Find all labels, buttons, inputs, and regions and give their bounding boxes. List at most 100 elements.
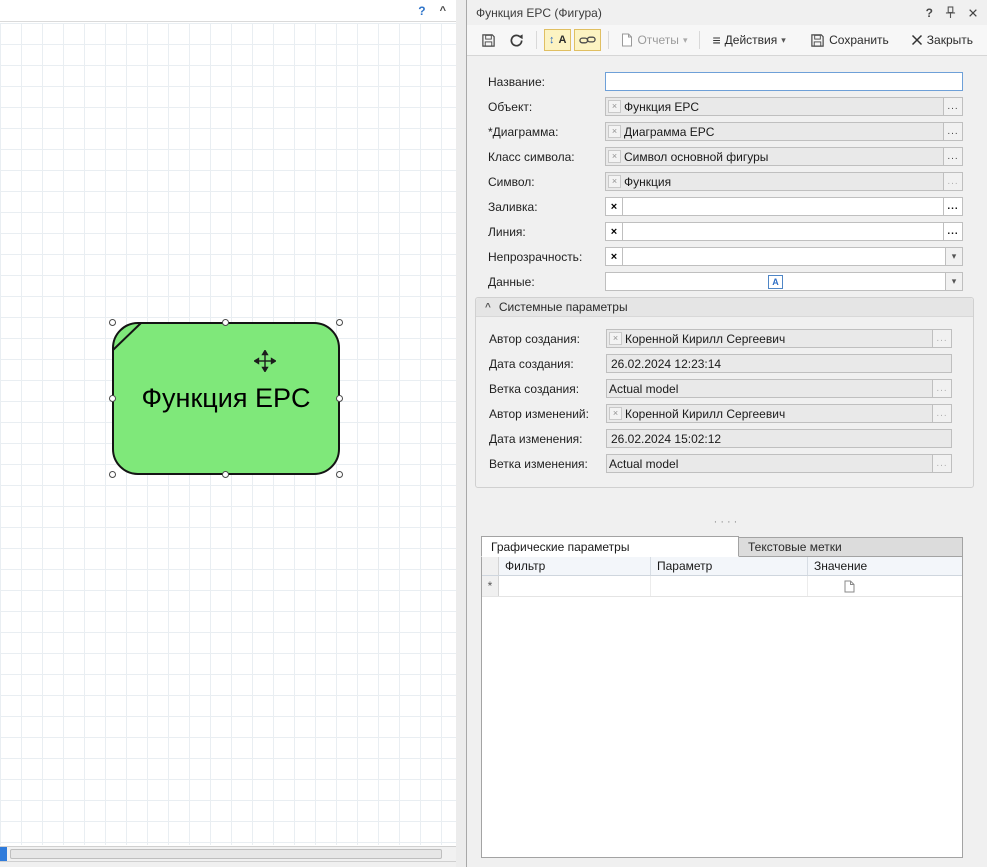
actions-label: Действия (725, 33, 778, 47)
clear-icon[interactable]: × (608, 150, 621, 163)
save-icon-button[interactable] (476, 29, 501, 51)
diagram-lookup[interactable]: × Диаграмма EPC (605, 122, 944, 141)
cell-parameter[interactable] (651, 576, 808, 596)
field-row-symbol-class: Класс символа: × Символ основной фигуры … (488, 147, 963, 166)
line-clear-button[interactable]: × (605, 222, 622, 241)
field-row-data: Данные: A ▾ (488, 272, 963, 291)
selection-handle[interactable] (109, 395, 116, 402)
chevron-down-icon: ▾ (781, 35, 786, 46)
refresh-button[interactable] (504, 29, 529, 51)
opacity-clear-button[interactable]: × (605, 247, 622, 266)
epc-function-shape[interactable]: Функция EPC (112, 322, 340, 475)
diagram-canvas[interactable]: Функция EPC (0, 23, 456, 845)
vertical-splitter[interactable] (456, 0, 466, 867)
grid-header: Фильтр Параметр Значение (482, 557, 962, 576)
author-created-browse-button[interactable]: ... (933, 329, 952, 348)
system-parameters-title: Системные параметры (499, 300, 628, 314)
horizontal-scrollbar[interactable] (0, 846, 456, 862)
report-icon (621, 33, 633, 47)
field-row-date-modified: Дата изменения: 26.02.2024 15:02:12 (489, 429, 952, 448)
selection-handle[interactable] (109, 319, 116, 326)
diagram-browse-button[interactable]: ... (944, 122, 963, 141)
symbol-class-lookup[interactable]: × Символ основной фигуры (605, 147, 944, 166)
cell-value[interactable] (808, 576, 962, 596)
save-button[interactable]: Сохранить (805, 29, 894, 51)
horizontal-splitter[interactable]: ···· (467, 516, 987, 528)
link-toggle-button[interactable] (574, 29, 601, 51)
field-row-symbol: Символ: × Функция ... (488, 172, 963, 191)
selection-handle[interactable] (336, 395, 343, 402)
column-header-value[interactable]: Значение (808, 557, 962, 575)
scrollbar-thumb[interactable] (10, 849, 442, 859)
fill-browse-button[interactable]: ... (944, 197, 963, 216)
line-field[interactable] (622, 222, 944, 241)
tab-graphic-parameters[interactable]: Графические параметры (481, 536, 739, 557)
parameters-grid: Фильтр Параметр Значение * (481, 556, 963, 858)
object-lookup[interactable]: × Функция EPC (605, 97, 944, 116)
collapse-icon[interactable]: ^ (440, 5, 446, 17)
symbol-class-browse-button[interactable]: ... (944, 147, 963, 166)
fill-clear-button[interactable]: × (605, 197, 622, 216)
column-header-filter[interactable]: Фильтр (499, 557, 651, 575)
clear-icon[interactable]: × (608, 100, 621, 113)
sort-arrows-icon: ↕ (549, 34, 555, 46)
symbol-lookup[interactable]: × Функция (605, 172, 944, 191)
branch-created-lookup[interactable]: Actual model (606, 379, 933, 398)
close-icon[interactable] (968, 8, 978, 18)
date-modified-value: 26.02.2024 15:02:12 (611, 432, 721, 446)
column-header-parameter[interactable]: Параметр (651, 557, 808, 575)
properties-panel: Функция EPC (Фигура) ? (466, 0, 987, 867)
symbol-browse-button[interactable]: ... (944, 172, 963, 191)
opacity-field[interactable] (622, 247, 946, 266)
tab-text-labels[interactable]: Текстовые метки (739, 537, 963, 557)
sort-toggle-button[interactable]: ↕A (544, 29, 571, 51)
actions-button[interactable]: ≡ Действия ▾ (707, 29, 790, 51)
object-label: Объект: (488, 100, 605, 114)
opacity-dropdown-button[interactable]: ▾ (946, 247, 963, 266)
help-icon[interactable]: ? (418, 4, 425, 18)
selection-handle[interactable] (222, 319, 229, 326)
selection-handle[interactable] (336, 471, 343, 478)
row-header-corner (482, 557, 499, 575)
date-modified-label: Дата изменения: (489, 432, 606, 446)
field-row-date-created: Дата создания: 26.02.2024 12:23:14 (489, 354, 952, 373)
new-document-icon (844, 580, 855, 593)
reports-button[interactable]: Отчеты ▾ (616, 29, 692, 51)
pin-icon[interactable] (945, 6, 956, 19)
selection-handle[interactable] (109, 471, 116, 478)
hamburger-icon: ≡ (712, 33, 720, 47)
selection-handle[interactable] (222, 471, 229, 478)
author-modified-lookup[interactable]: × Коренной Кирилл Сергеевич (606, 404, 933, 423)
help-icon[interactable]: ? (926, 6, 933, 20)
author-modified-browse-button[interactable]: ... (933, 404, 952, 423)
pane-bottom-strip (0, 862, 456, 867)
data-a-icon[interactable]: A (768, 275, 783, 289)
object-browse-button[interactable]: ... (944, 97, 963, 116)
data-field[interactable]: A (605, 272, 946, 291)
clear-icon[interactable]: × (608, 125, 621, 138)
system-parameters-header[interactable]: ^ Системные параметры (476, 298, 973, 317)
toolbar-separator (536, 31, 537, 49)
clear-icon[interactable]: × (609, 332, 622, 345)
branch-modified-browse-button[interactable]: ... (933, 454, 952, 473)
new-row[interactable]: * (482, 576, 962, 597)
selection-handle[interactable] (336, 319, 343, 326)
toolbar-separator (699, 31, 700, 49)
clear-icon[interactable]: × (609, 407, 622, 420)
bottom-tabs: Графические параметры Текстовые метки (481, 536, 963, 557)
line-browse-button[interactable]: ... (944, 222, 963, 241)
toolbar-separator (608, 31, 609, 49)
cell-filter[interactable] (499, 576, 651, 596)
data-dropdown-button[interactable]: ▾ (946, 272, 963, 291)
branch-modified-lookup[interactable]: Actual model (606, 454, 933, 473)
corner-diagonal-line (112, 322, 152, 362)
clear-icon[interactable]: × (608, 175, 621, 188)
fill-field[interactable] (622, 197, 944, 216)
branch-created-browse-button[interactable]: ... (933, 379, 952, 398)
author-created-label: Автор создания: (489, 332, 606, 346)
name-input[interactable] (605, 72, 963, 91)
author-created-value: Коренной Кирилл Сергеевич (625, 332, 785, 346)
field-row-author-modified: Автор изменений: × Коренной Кирилл Серге… (489, 404, 952, 423)
author-created-lookup[interactable]: × Коренной Кирилл Сергеевич (606, 329, 933, 348)
close-button[interactable]: Закрыть (906, 29, 978, 51)
